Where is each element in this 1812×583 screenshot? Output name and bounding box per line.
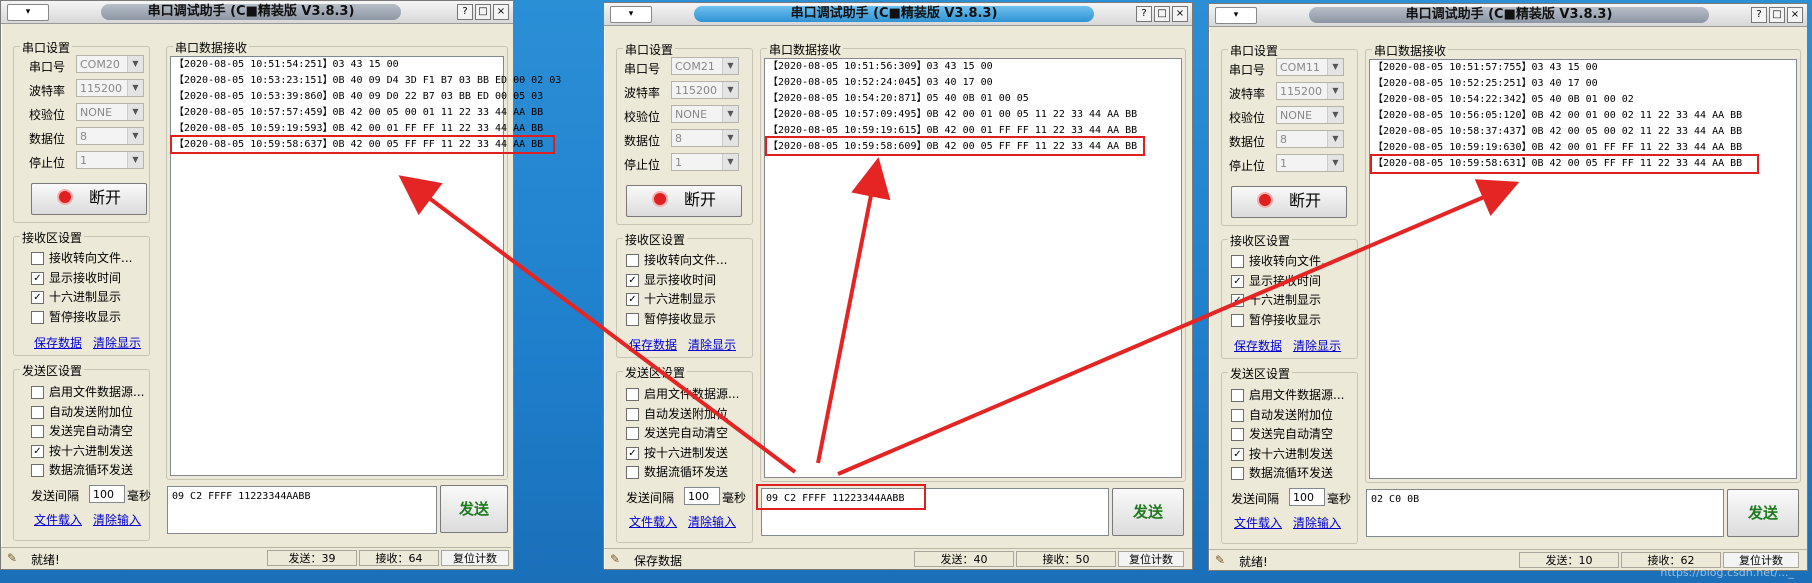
arrow-to-window-3 xyxy=(837,179,1520,476)
status-text: 就绪! xyxy=(31,553,60,567)
recv-count: 接收：64 xyxy=(359,550,439,566)
reset-count-button[interactable]: 复位计数 xyxy=(441,550,509,566)
arrow-to-window-1 xyxy=(398,175,797,474)
annotation-arrows xyxy=(398,157,1520,476)
status-bar-1: ✎ 就绪! 发送：39 接收：64 复位计数 xyxy=(1,547,511,568)
desktop: { "app_title": "串口调试助手 (C■精装版 V3.8.3)", … xyxy=(0,0,1812,583)
status-icon: ✎ xyxy=(7,551,18,565)
watermark: https://blog.csdn.net/..._ xyxy=(1660,566,1794,579)
arrow-to-window-2 xyxy=(816,157,891,464)
send-button-1[interactable]: 发送 xyxy=(440,485,508,533)
sent-count: 发送：39 xyxy=(267,550,357,566)
